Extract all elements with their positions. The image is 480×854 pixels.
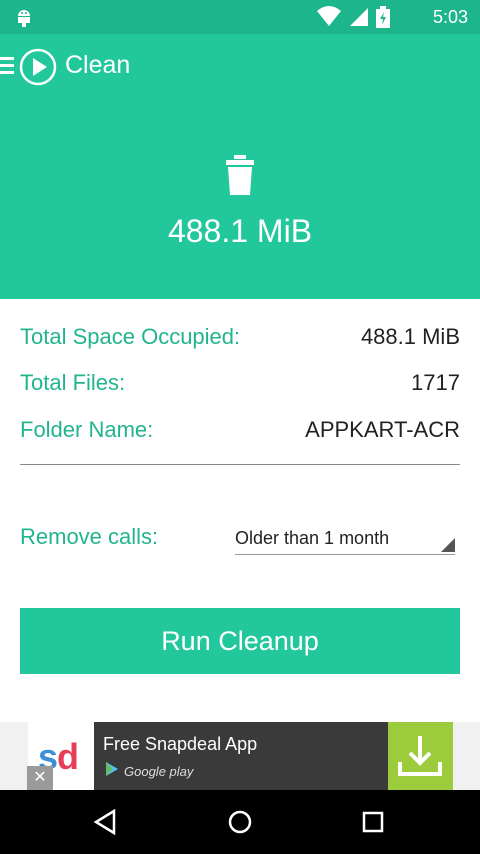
status-bar: 5:03 [0, 0, 480, 34]
status-time: 5:03 [432, 7, 468, 27]
divider [20, 464, 460, 465]
info-value: APPKART-ACR [305, 417, 460, 442]
info-label: Total Space Occupied: [20, 324, 241, 349]
total-size: 488.1 MiB [167, 213, 313, 249]
remove-calls-dropdown[interactable]: Older than 1 month [235, 526, 455, 555]
info-row-total-space: Total Space Occupied: 488.1 MiB [20, 324, 460, 354]
info-label: Folder Name: [20, 417, 154, 442]
app-logo-play-icon[interactable] [19, 48, 57, 91]
google-play-icon [104, 761, 120, 782]
trash-icon [224, 155, 256, 200]
google-play-badge: Google play [104, 761, 193, 782]
wifi-icon [316, 6, 342, 33]
home-icon[interactable] [227, 809, 253, 840]
battery-charging-icon [376, 6, 390, 33]
ad-banner[interactable]: Free Snapdeal App Google play [94, 722, 388, 790]
google-play-text: Google play [124, 764, 194, 779]
signal-icon [348, 6, 370, 33]
dropdown-selected-value: Older than 1 month [235, 528, 390, 548]
menu-icon[interactable] [0, 56, 14, 81]
dropdown-arrow-icon [441, 538, 455, 552]
remove-calls-label: Remove calls: [20, 524, 159, 549]
hero-summary: 488.1 MiB [0, 98, 480, 299]
info-row-total-files: Total Files: 1717 [20, 370, 460, 400]
app-title: Clean [65, 51, 131, 79]
status-icons [316, 6, 390, 33]
info-value: 488.1 MiB [360, 324, 460, 349]
run-cleanup-button[interactable]: Run Cleanup [20, 608, 460, 674]
info-row-folder-name: Folder Name: APPKART-ACR [20, 417, 460, 447]
app-bar: Clean [0, 34, 480, 98]
android-debug-icon [14, 6, 34, 33]
recent-apps-icon[interactable] [362, 811, 384, 838]
info-value: 1717 [411, 370, 460, 395]
ad-title: Free Snapdeal App [103, 734, 258, 754]
ad-download-button[interactable] [388, 722, 453, 790]
logo-letter-d: d [57, 736, 79, 777]
ad-close-button[interactable]: ✕ [27, 766, 53, 790]
info-label: Total Files: [20, 370, 126, 395]
back-icon[interactable] [92, 808, 118, 841]
navigation-bar [0, 790, 480, 854]
